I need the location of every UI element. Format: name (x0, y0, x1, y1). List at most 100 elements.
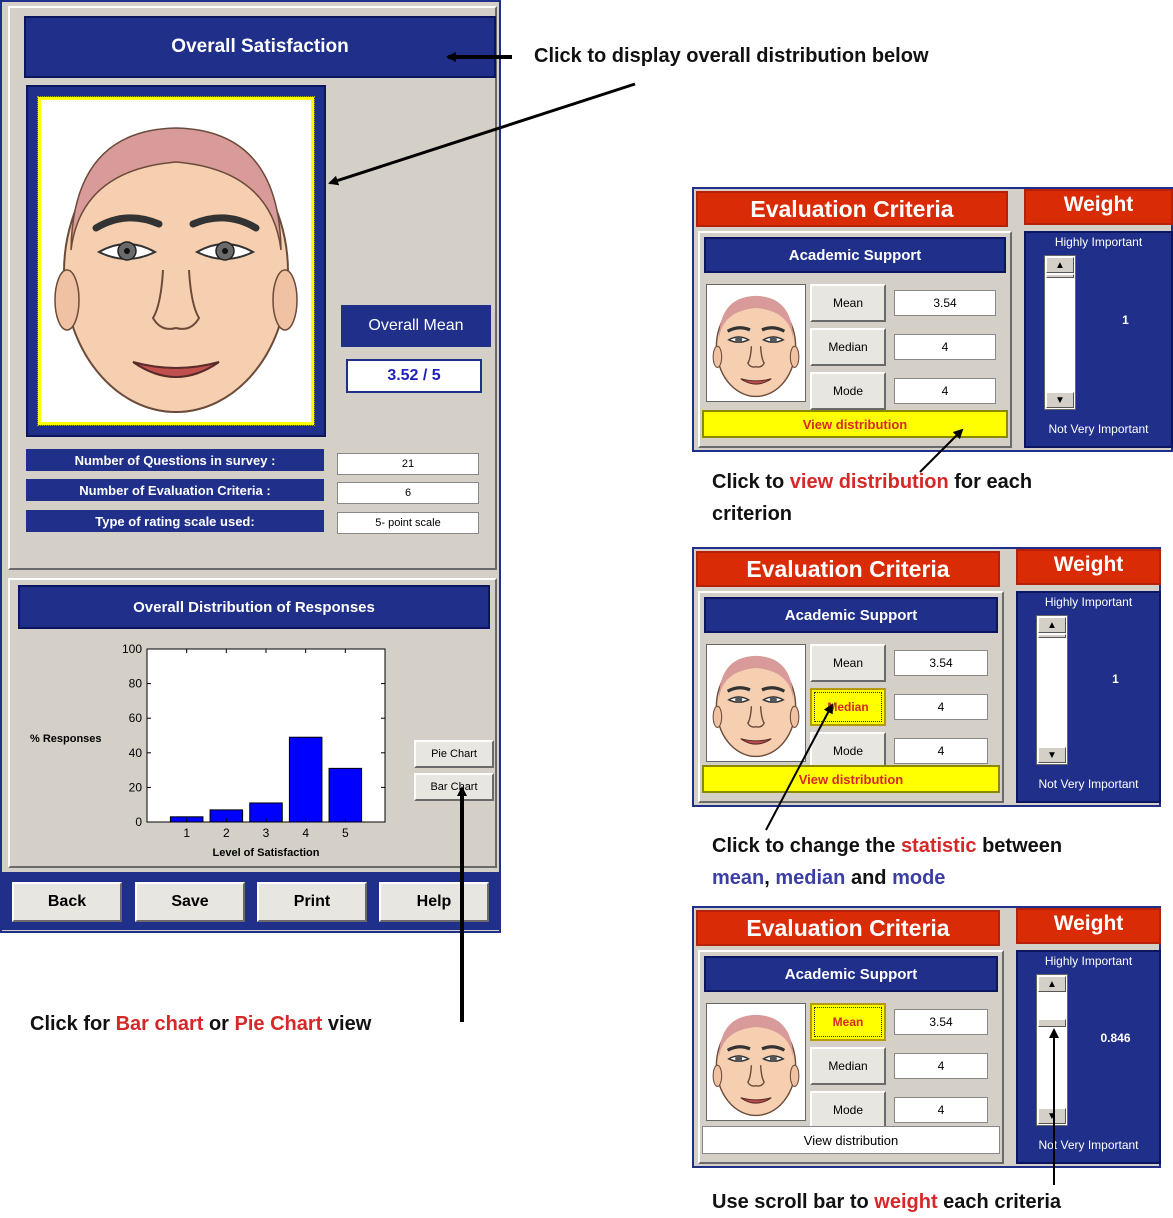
evaluation-criteria-header: Evaluation Criteria (696, 191, 1008, 227)
x-tick-label: 4 (302, 826, 309, 840)
weight-header: Weight (1024, 189, 1173, 225)
criteria-panel: Evaluation Criteria Weight Academic Supp… (692, 187, 1173, 452)
annotation-bar-chart: Bar chart (115, 1013, 204, 1035)
annotation-text: , (764, 867, 776, 889)
criteria-count-label: Number of Evaluation Criteria : (26, 479, 324, 501)
annotation-text: Click for (30, 1013, 116, 1035)
annotation-view-distribution: Click to view distribution for each crit… (712, 466, 1152, 530)
criterion-face-icon (712, 1014, 800, 1117)
scroll-down-arrow-icon[interactable]: ▼ (1046, 392, 1074, 408)
stat-median-button[interactable]: Median (810, 688, 886, 726)
criterion-face-icon (712, 295, 800, 398)
annotation-text: between (976, 835, 1063, 857)
overall-face-panel[interactable] (26, 85, 326, 437)
overall-mean-label: Overall Mean (341, 305, 491, 347)
overall-mean-value: 3.52 / 5 (346, 359, 482, 393)
y-tick-label: 20 (129, 780, 143, 794)
annotation-median: median (775, 867, 846, 889)
scroll-thumb[interactable] (1046, 274, 1074, 278)
y-tick-label: 100 (122, 642, 142, 656)
weight-value: 0.846 (1100, 1031, 1131, 1045)
stat-mode-button[interactable]: Mode (810, 1091, 886, 1129)
annotation-text: criterion (712, 503, 793, 525)
stat-mean-value: 3.54 (894, 650, 988, 676)
scroll-down-arrow-icon[interactable]: ▼ (1038, 1108, 1066, 1124)
help-button[interactable]: Help (379, 882, 489, 922)
x-tick-label: 2 (223, 826, 230, 840)
distribution-bar-chart: 0 20 40 60 80 100 1 2 3 4 5 Level of Satisfaction % … (30, 642, 386, 859)
annotation-text: or (203, 1013, 235, 1035)
highly-important-label: Highly Important (1044, 595, 1133, 609)
weight-header: Weight (1016, 549, 1161, 585)
annotation-chart-type: Click for Bar chart or Pie Chart view (30, 1008, 490, 1040)
annotation-highlight: view distribution (789, 471, 949, 493)
y-tick-label: 80 (129, 677, 143, 691)
bar (328, 767, 363, 823)
criteria-count-value: 6 (337, 482, 479, 504)
criterion-face-icon (712, 655, 800, 758)
weight-scrollbar[interactable]: ▲ ▼ (1036, 974, 1068, 1126)
questions-count-label: Number of Questions in survey : (26, 449, 324, 471)
view-distribution-button[interactable]: View distribution (702, 410, 1008, 438)
overall-satisfaction-button[interactable]: Overall Satisfaction (24, 16, 496, 78)
stat-median-value: 4 (894, 1053, 988, 1079)
overall-face-icon (54, 127, 298, 413)
weight-scrollbar[interactable]: ▲ ▼ (1036, 615, 1068, 765)
not-very-important-label: Not Very Important (1038, 777, 1139, 791)
distribution-title: Overall Distribution of Responses (18, 585, 490, 629)
stat-mode-value: 4 (894, 378, 996, 404)
criterion-face-frame[interactable] (706, 284, 806, 402)
back-button[interactable]: Back (12, 882, 122, 922)
annotation-text: for each (948, 471, 1033, 493)
stat-mean-value: 3.54 (894, 290, 996, 316)
evaluation-criteria-header: Evaluation Criteria (696, 910, 1000, 946)
annotation-pie-chart: Pie Chart (234, 1013, 323, 1035)
view-distribution-button[interactable]: View distribution (702, 765, 1000, 793)
annotation-text: Click to change the (712, 835, 901, 857)
bar-chart-button[interactable]: Bar Chart (414, 773, 494, 801)
view-distribution-button[interactable]: View distribution (702, 1126, 1000, 1154)
pie-chart-button[interactable]: Pie Chart (414, 740, 494, 768)
y-tick-label: 0 (135, 815, 142, 829)
criterion-face-frame[interactable] (706, 644, 806, 762)
highly-important-label: Highly Important (1054, 235, 1143, 249)
evaluation-criteria-header: Evaluation Criteria (696, 551, 1000, 587)
stat-median-button[interactable]: Median (810, 1047, 886, 1085)
criterion-name-button[interactable]: Academic Support (704, 597, 998, 633)
scroll-down-arrow-icon[interactable]: ▼ (1038, 747, 1066, 763)
weight-header: Weight (1016, 908, 1161, 944)
annotation-text: Use scroll bar to (712, 1191, 875, 1213)
stat-mean-button[interactable]: Mean (810, 644, 886, 682)
y-axis-label: % Responses (30, 733, 102, 745)
stat-mode-value: 4 (894, 1097, 988, 1123)
stat-median-button[interactable]: Median (810, 328, 886, 366)
scroll-thumb[interactable] (1038, 1019, 1066, 1027)
questions-count-value: 21 (337, 453, 479, 475)
highly-important-label: Highly Important (1044, 954, 1133, 968)
annotation-highlight: statistic (900, 835, 977, 857)
criteria-panel: Evaluation Criteria Weight Academic Supp… (692, 906, 1161, 1168)
criterion-name-button[interactable]: Academic Support (704, 237, 1006, 273)
stat-mode-value: 4 (894, 738, 988, 764)
stat-mean-button[interactable]: Mean (810, 1003, 886, 1041)
criterion-name-button[interactable]: Academic Support (704, 956, 998, 992)
scroll-up-arrow-icon[interactable]: ▲ (1046, 257, 1074, 273)
print-button[interactable]: Print (257, 882, 367, 922)
scroll-up-arrow-icon[interactable]: ▲ (1038, 976, 1066, 992)
annotation-overall-distribution: Click to display overall distribution be… (534, 45, 929, 67)
weight-value: 1 (1112, 672, 1119, 686)
criterion-face-frame[interactable] (706, 1003, 806, 1121)
weight-scrollbar[interactable]: ▲ ▼ (1044, 255, 1076, 410)
rating-scale-label: Type of rating scale used: (26, 510, 324, 532)
stat-mean-button[interactable]: Mean (810, 284, 886, 322)
scroll-thumb[interactable] (1038, 634, 1066, 638)
weight-value: 1 (1122, 313, 1129, 327)
scroll-up-arrow-icon[interactable]: ▲ (1038, 617, 1066, 633)
not-very-important-label: Not Very Important (1048, 422, 1149, 436)
rating-scale-value: 5- point scale (337, 512, 479, 534)
save-button[interactable]: Save (135, 882, 245, 922)
annotation-mean: mean (712, 867, 765, 889)
annotation-text: and (845, 867, 893, 889)
stat-mode-button[interactable]: Mode (810, 372, 886, 410)
annotation-highlight: weight (874, 1191, 938, 1213)
